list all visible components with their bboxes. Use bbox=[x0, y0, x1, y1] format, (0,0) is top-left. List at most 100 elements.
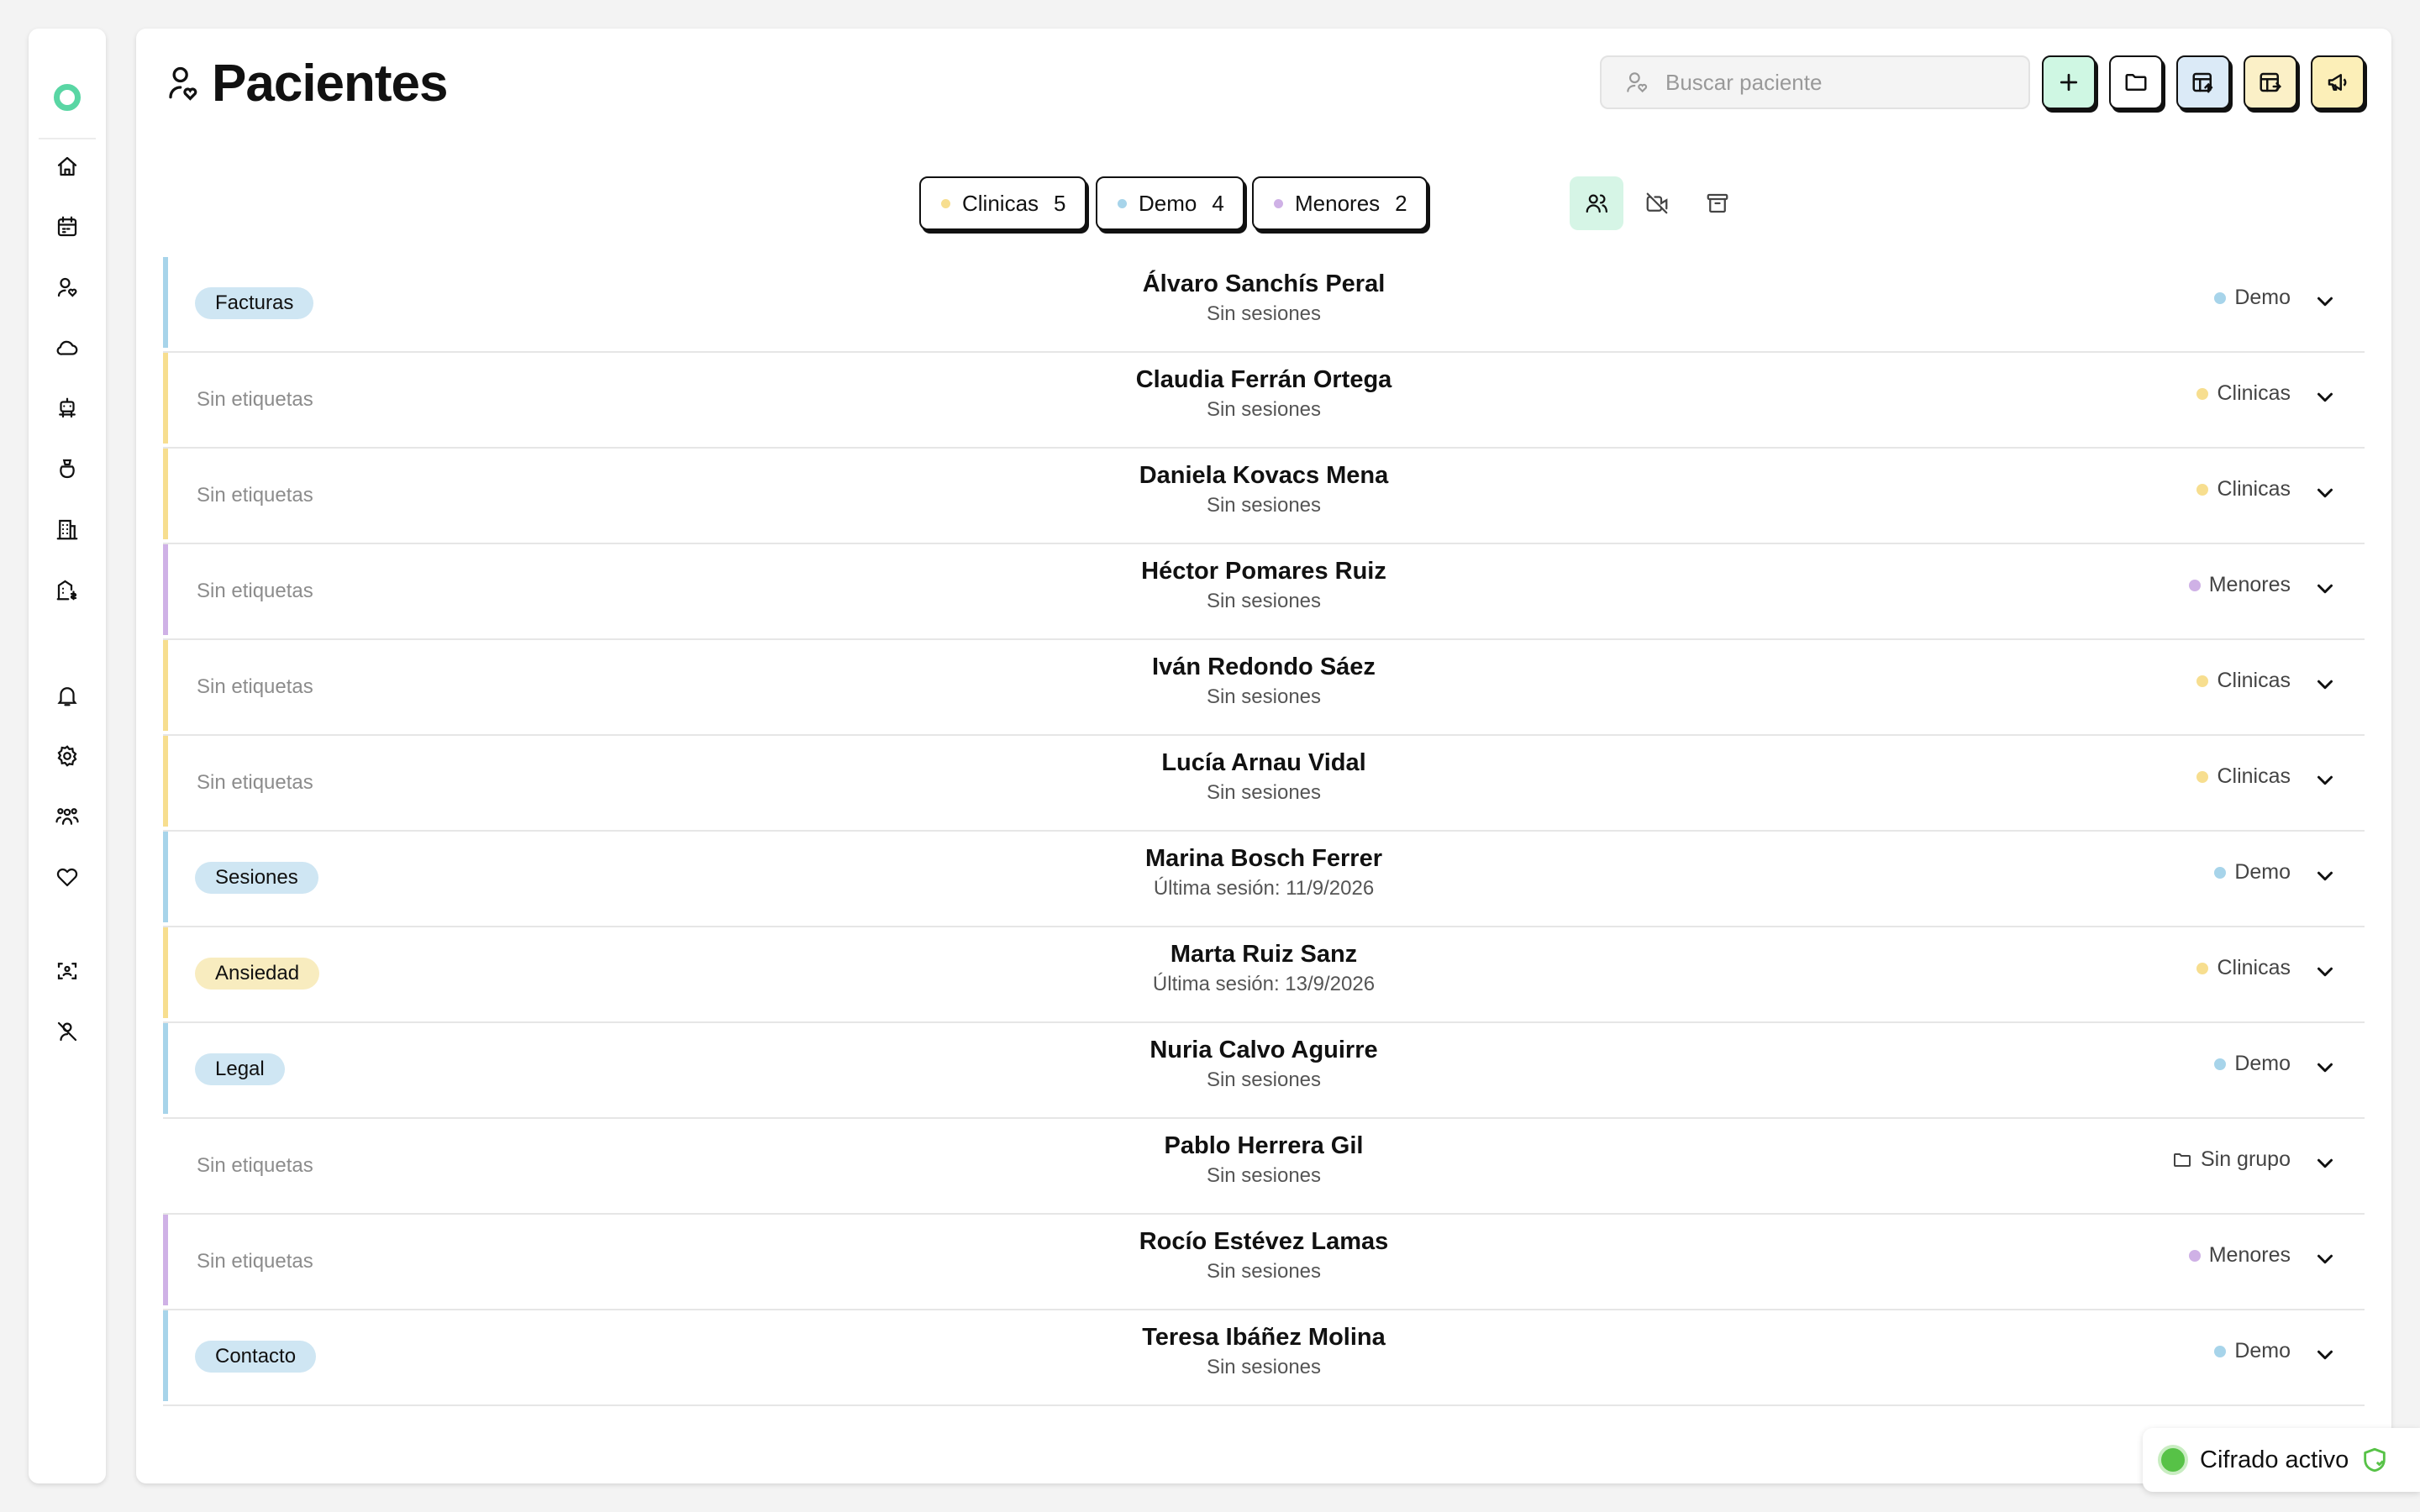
chevron-down-icon[interactable] bbox=[2312, 1342, 2338, 1368]
chevron-down-icon[interactable] bbox=[2312, 864, 2338, 889]
session-info: Sin sesiones bbox=[1206, 494, 1322, 517]
patient-name: Pablo Herrera Gil bbox=[1164, 1132, 1364, 1159]
patient-name: Rocío Estévez Lamas bbox=[1139, 1228, 1389, 1255]
group-label: Clinicas bbox=[2217, 956, 2291, 979]
patient-row[interactable]: Legal Nuria Calvo Aguirre Sin sesiones D… bbox=[163, 1023, 2365, 1119]
building-money-icon[interactable] bbox=[52, 575, 82, 605]
patient-row[interactable]: Sin etiquetas Héctor Pomares Ruiz Sin se… bbox=[163, 544, 2365, 640]
announcements-button[interactable] bbox=[2311, 55, 2365, 109]
cloud-icon[interactable] bbox=[52, 333, 82, 363]
patient-row[interactable]: Sin etiquetas Rocío Estévez Lamas Sin se… bbox=[163, 1215, 2365, 1310]
group-label: Clinicas bbox=[2217, 477, 2291, 501]
heart-icon[interactable] bbox=[52, 862, 82, 892]
patient-name: Nuria Calvo Aguirre bbox=[1150, 1037, 1378, 1063]
folder-icon bbox=[2125, 74, 2147, 91]
session-info: Sin sesiones bbox=[1206, 1356, 1322, 1378]
chevron-down-icon[interactable] bbox=[2312, 672, 2338, 697]
patient-name: Marta Ruiz Sanz bbox=[1170, 941, 1358, 968]
encryption-status[interactable]: Cifrado activo bbox=[2143, 1428, 2420, 1492]
bell-icon[interactable] bbox=[52, 680, 82, 711]
group-color-dot bbox=[2214, 1058, 2227, 1070]
settings-icon[interactable] bbox=[52, 741, 82, 771]
group-label: Demo bbox=[2234, 1339, 2291, 1362]
calendar-icon[interactable] bbox=[52, 212, 82, 242]
filter-chip-clinicas[interactable]: Clinicas 5 bbox=[919, 176, 1086, 230]
filter-chip-count: 2 bbox=[1395, 190, 1407, 216]
import-table-button[interactable] bbox=[2244, 55, 2297, 109]
chevron-down-icon[interactable] bbox=[2312, 1151, 2338, 1176]
app-logo[interactable] bbox=[54, 84, 81, 111]
session-info: Sin sesiones bbox=[1206, 781, 1322, 804]
megaphone-icon bbox=[2328, 74, 2347, 91]
patient-list: Facturas Álvaro Sanchís Peral Sin sesion… bbox=[163, 257, 2365, 1406]
group-color-dot bbox=[2188, 1249, 2201, 1262]
filter-chip-label: Menores bbox=[1295, 190, 1381, 216]
export-table-button[interactable] bbox=[2176, 55, 2230, 109]
patient-name: Lucía Arnau Vidal bbox=[1161, 749, 1366, 776]
chevron-down-icon[interactable] bbox=[2312, 768, 2338, 793]
patient-group: Sin grupo bbox=[2172, 1147, 2291, 1172]
patient-row[interactable]: Sin etiquetas Pablo Herrera Gil Sin sesi… bbox=[163, 1119, 2365, 1215]
patient-row[interactable]: Sin etiquetas Claudia Ferrán Ortega Sin … bbox=[163, 353, 2365, 449]
session-info: Sin sesiones bbox=[1206, 1260, 1322, 1283]
bag-icon[interactable] bbox=[52, 454, 82, 484]
user-off-icon[interactable] bbox=[52, 1016, 82, 1047]
archive-icon[interactable] bbox=[1691, 176, 1744, 230]
group-label: Clinicas bbox=[2217, 764, 2291, 788]
face-scan-icon[interactable] bbox=[52, 956, 82, 986]
patient-row[interactable]: Sin etiquetas Lucía Arnau Vidal Sin sesi… bbox=[163, 736, 2365, 832]
chevron-down-icon[interactable] bbox=[2312, 385, 2338, 410]
status-dot bbox=[2158, 1445, 2188, 1475]
patient-name: Héctor Pomares Ruiz bbox=[1141, 558, 1386, 585]
patient-group: Menores bbox=[2188, 573, 2291, 597]
patient-row[interactable]: Ansiedad Marta Ruiz Sanz Última sesión: … bbox=[163, 927, 2365, 1023]
patient-row[interactable]: Contacto Teresa Ibáñez Molina Sin sesion… bbox=[163, 1310, 2365, 1406]
patient-name: Teresa Ibáñez Molina bbox=[1142, 1324, 1386, 1351]
group-color-dot bbox=[2188, 579, 2201, 591]
robot-icon[interactable] bbox=[52, 393, 82, 423]
chevron-down-icon[interactable] bbox=[2312, 1247, 2338, 1272]
chevron-down-icon[interactable] bbox=[2312, 959, 2338, 984]
plus-icon bbox=[2060, 73, 2078, 92]
patient-row[interactable]: Facturas Álvaro Sanchís Peral Sin sesion… bbox=[163, 257, 2365, 353]
group-color-dot bbox=[2214, 1345, 2227, 1357]
add-patient-button[interactable] bbox=[2042, 55, 2096, 109]
users-filter-icon[interactable] bbox=[1570, 176, 1623, 230]
patient-search-icon bbox=[1627, 72, 1648, 93]
session-info: Última sesión: 11/9/2026 bbox=[1153, 877, 1375, 900]
home-icon[interactable] bbox=[52, 151, 82, 181]
patient-group: Demo bbox=[2214, 1052, 2291, 1076]
patients-icon[interactable] bbox=[52, 272, 82, 302]
patients-title-icon bbox=[169, 66, 197, 101]
group-color-dot bbox=[2196, 675, 2209, 687]
page-title: Pacientes bbox=[212, 54, 449, 113]
main-panel: Pacientes Clinicas 5 Demo 4 Menores bbox=[136, 29, 2391, 1483]
chevron-down-icon[interactable] bbox=[2312, 576, 2338, 601]
group-label: Clinicas bbox=[2217, 669, 2291, 692]
chevron-down-icon[interactable] bbox=[2312, 1055, 2338, 1080]
chevron-down-icon[interactable] bbox=[2312, 289, 2338, 314]
building-icon[interactable] bbox=[52, 514, 82, 544]
group-filters: Clinicas 5 Demo 4 Menores 2 bbox=[919, 176, 1728, 232]
session-info: Sin sesiones bbox=[1206, 398, 1322, 421]
patient-row[interactable]: Sin etiquetas Iván Redondo Sáez Sin sesi… bbox=[163, 640, 2365, 736]
group-color-dot bbox=[2214, 866, 2227, 879]
patient-row[interactable]: Sesiones Marina Bosch Ferrer Última sesi… bbox=[163, 832, 2365, 927]
filter-chip-count: 4 bbox=[1212, 190, 1224, 216]
folders-button[interactable] bbox=[2109, 55, 2163, 109]
patient-row[interactable]: Sin etiquetas Daniela Kovacs Mena Sin se… bbox=[163, 449, 2365, 544]
search-input[interactable] bbox=[1665, 69, 2002, 96]
search-box[interactable] bbox=[1600, 55, 2030, 109]
group-label: Demo bbox=[2234, 1052, 2291, 1075]
patient-group: Menores bbox=[2188, 1243, 2291, 1268]
table-import-icon bbox=[2260, 72, 2282, 92]
filter-chip-menores[interactable]: Menores 2 bbox=[1252, 176, 1428, 230]
chevron-down-icon[interactable] bbox=[2312, 480, 2338, 506]
group-label: Demo bbox=[2234, 286, 2291, 309]
encryption-status-label: Cifrado activo bbox=[2200, 1446, 2349, 1473]
filter-chip-demo[interactable]: Demo 4 bbox=[1096, 176, 1244, 230]
filter-chip-label: Clinicas bbox=[962, 190, 1039, 216]
no-sessions-filter-icon[interactable] bbox=[1630, 176, 1684, 230]
team-icon[interactable] bbox=[52, 801, 82, 832]
session-info: Sin sesiones bbox=[1206, 1164, 1322, 1187]
